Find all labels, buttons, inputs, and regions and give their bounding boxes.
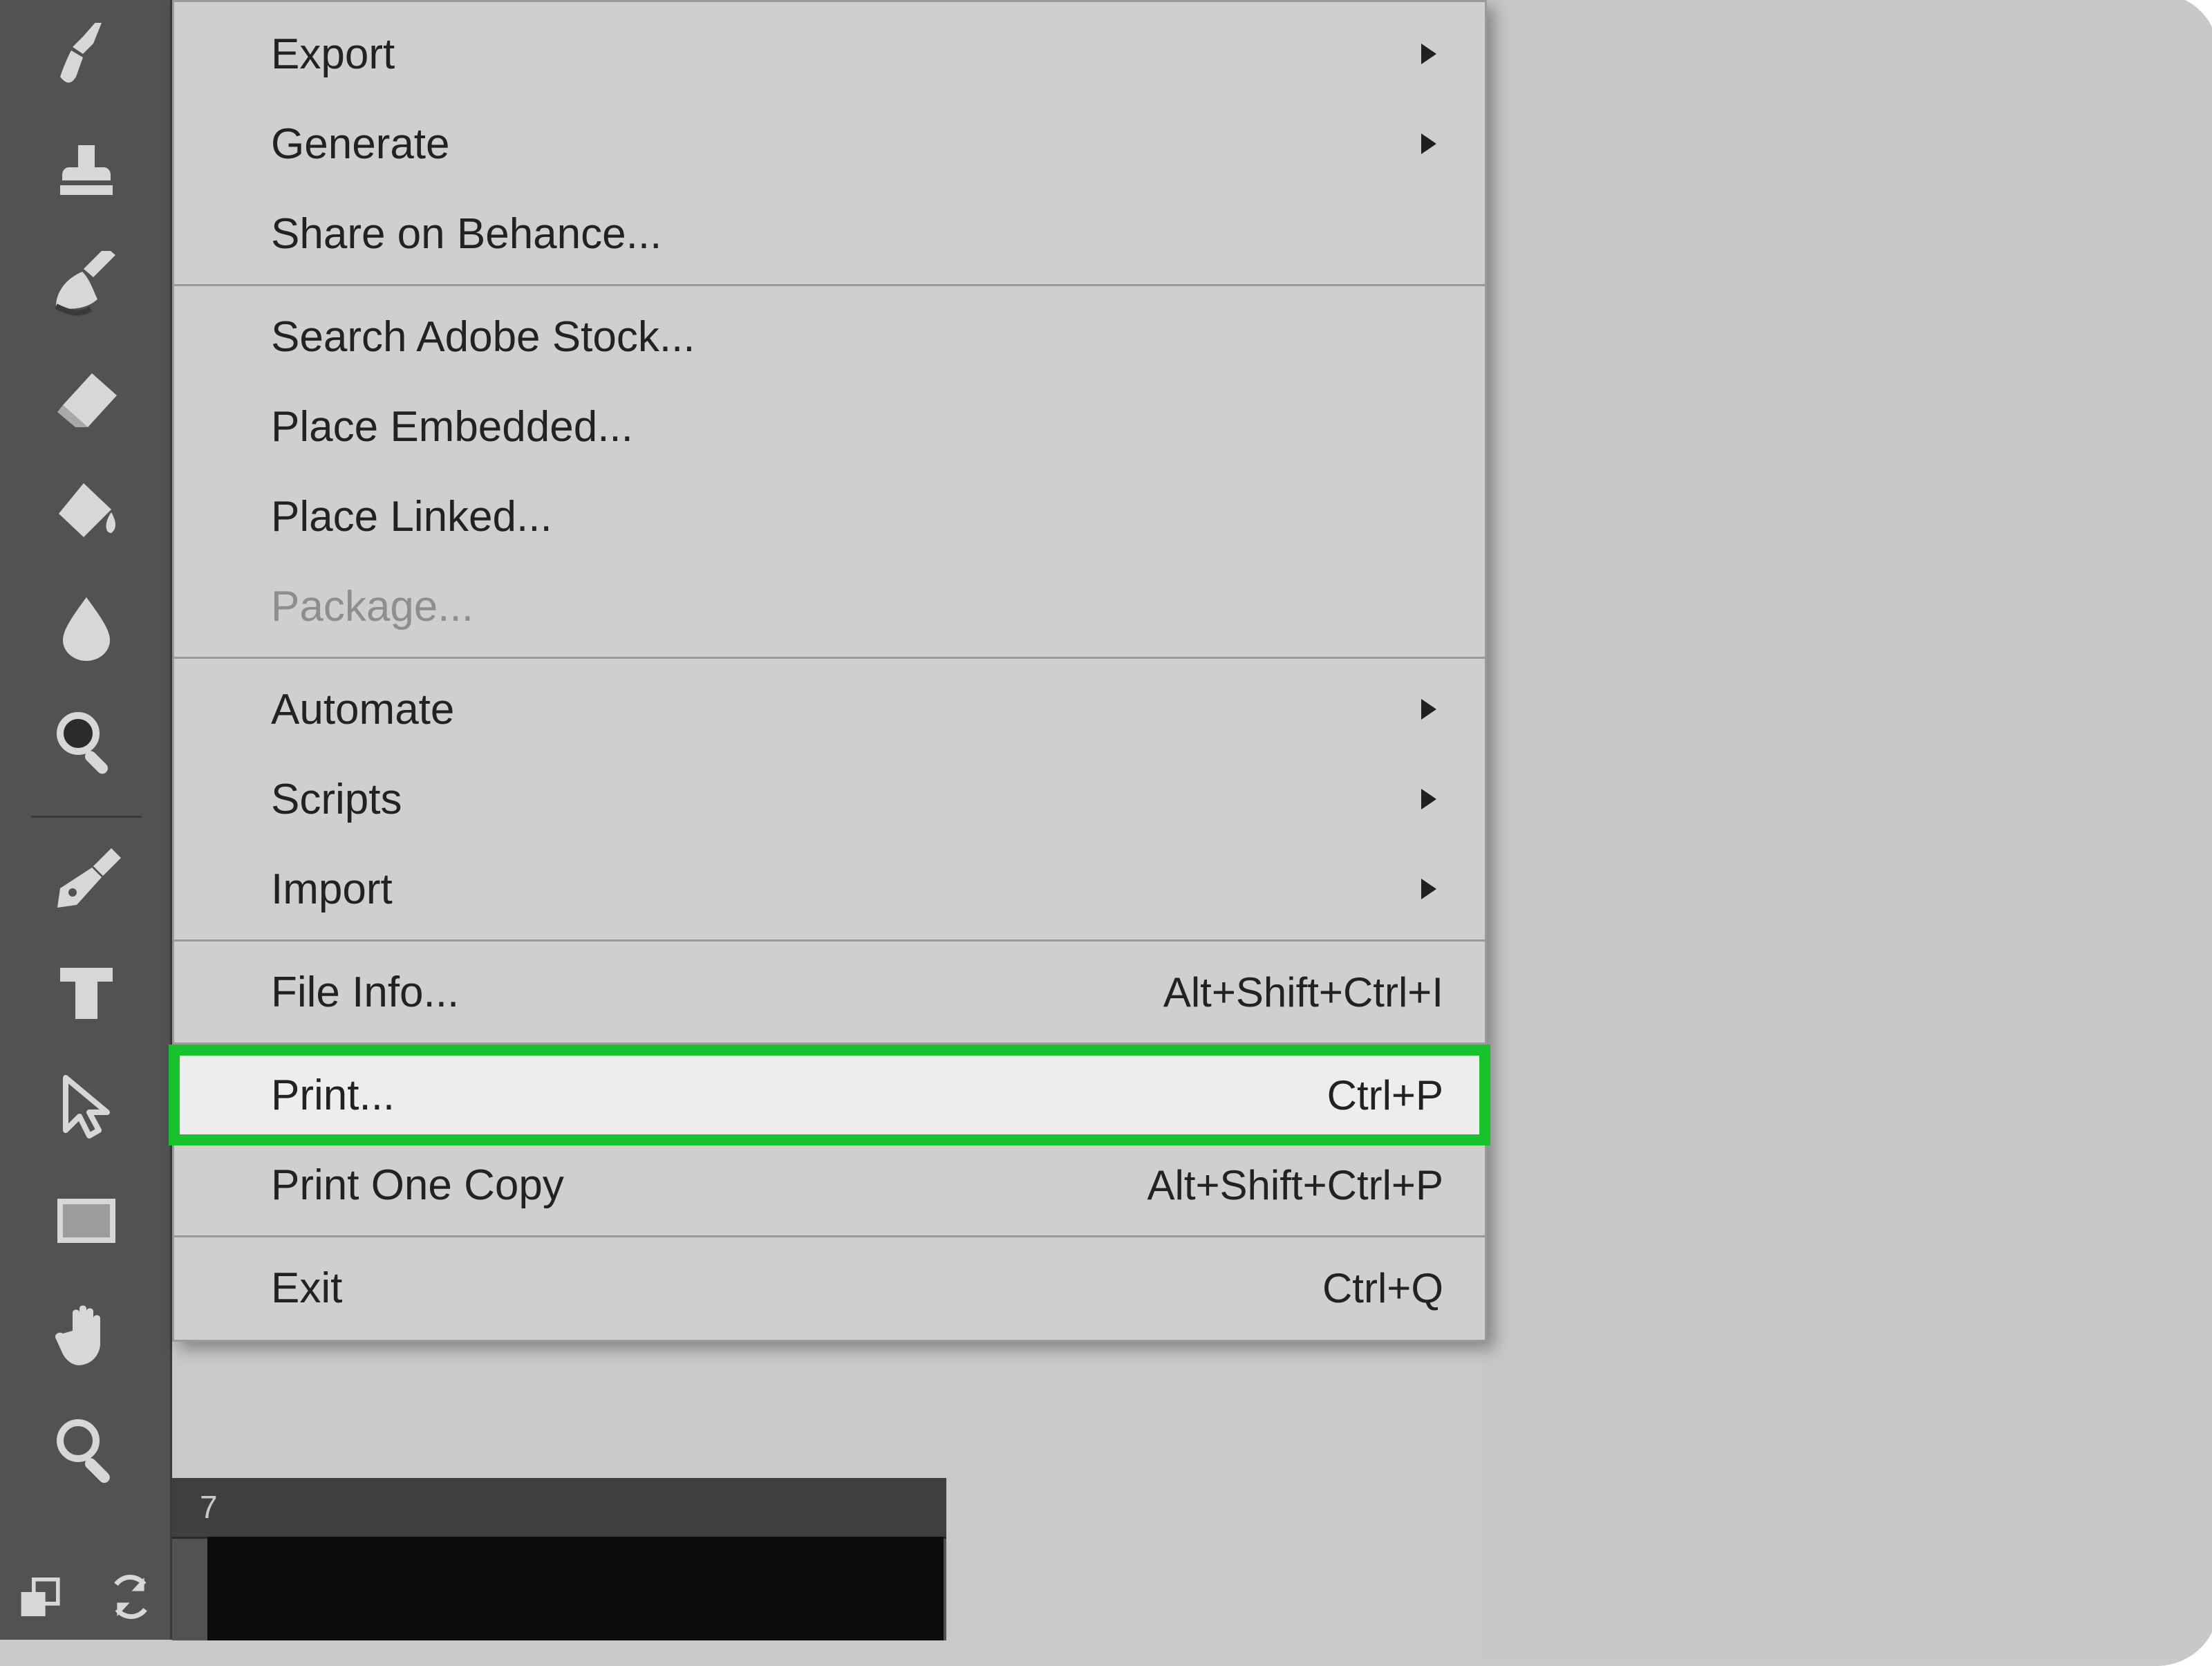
- menu-label: Search Adobe Stock...: [271, 312, 695, 362]
- paint-bucket-tool[interactable]: [45, 474, 128, 556]
- paint-bucket-icon: [52, 479, 121, 552]
- menu-shortcut: Ctrl+Q: [1322, 1264, 1443, 1312]
- dodge-tool[interactable]: [45, 702, 128, 785]
- history-brush-icon: [52, 251, 121, 324]
- path-selection-tool[interactable]: [45, 1067, 128, 1150]
- menu-item-package: Package...: [174, 561, 1485, 651]
- menu-item-place-embedded[interactable]: Place Embedded...: [174, 382, 1485, 471]
- arrow-cursor-icon: [52, 1072, 121, 1145]
- file-menu-dropdown: Export Generate Share on Behance... Sear…: [172, 0, 1487, 1342]
- menu-separator: [174, 939, 1485, 942]
- menu-item-import[interactable]: Import: [174, 844, 1485, 934]
- tools-panel: [0, 0, 172, 1640]
- menu-label: Generate: [271, 120, 450, 169]
- menu-separator: [174, 284, 1485, 286]
- menu-label: Place Linked...: [271, 492, 552, 541]
- stamp-tool[interactable]: [45, 131, 128, 214]
- brush-icon: [52, 23, 121, 95]
- ruler-mark: 7: [172, 1489, 218, 1525]
- menu-item-search-adobe-stock[interactable]: Search Adobe Stock...: [174, 292, 1485, 382]
- menu-label: Share on Behance...: [271, 209, 662, 259]
- history-brush-tool[interactable]: [45, 245, 128, 328]
- menu-label: Package...: [271, 582, 474, 631]
- menu-label: Automate: [271, 685, 454, 734]
- pen-icon: [52, 844, 121, 917]
- menu-separator: [174, 1235, 1485, 1237]
- horizontal-ruler[interactable]: 7: [172, 1478, 946, 1539]
- pen-tool[interactable]: [45, 839, 128, 921]
- menu-separator: [174, 657, 1485, 659]
- menu-shortcut: Alt+Shift+Ctrl+P: [1147, 1161, 1443, 1209]
- menu-label: Exit: [271, 1264, 342, 1313]
- menu-label: Scripts: [271, 775, 402, 824]
- rectangle-tool[interactable]: [45, 1181, 128, 1264]
- type-tool[interactable]: [45, 953, 128, 1036]
- menu-item-share-on-behance[interactable]: Share on Behance...: [174, 189, 1485, 279]
- menu-item-place-linked[interactable]: Place Linked...: [174, 471, 1485, 561]
- menu-item-automate[interactable]: Automate: [174, 664, 1485, 754]
- eraser-tool[interactable]: [45, 359, 128, 442]
- menu-item-file-info[interactable]: File Info... Alt+Shift+Ctrl+I: [174, 947, 1485, 1037]
- type-icon: [52, 958, 121, 1031]
- menu-label: Import: [271, 865, 393, 914]
- menu-item-print-one-copy[interactable]: Print One Copy Alt+Shift+Ctrl+P: [174, 1140, 1485, 1230]
- magnifier-dark-icon: [52, 707, 121, 780]
- eraser-icon: [52, 365, 121, 438]
- blur-tool[interactable]: [45, 588, 128, 671]
- tool-divider: [31, 816, 142, 818]
- canvas-dark[interactable]: [207, 1537, 944, 1640]
- menu-separator: [174, 1042, 1485, 1045]
- menu-item-scripts[interactable]: Scripts: [174, 754, 1485, 844]
- menu-label: Place Embedded...: [271, 402, 633, 451]
- menu-shortcut: Alt+Shift+Ctrl+I: [1163, 968, 1443, 1016]
- menu-item-export[interactable]: Export: [174, 9, 1485, 99]
- stamp-icon: [52, 137, 121, 209]
- menu-label: File Info...: [271, 968, 459, 1017]
- menu-label: Print...: [271, 1071, 395, 1120]
- blur-icon: [52, 593, 121, 666]
- menu-item-exit[interactable]: Exit Ctrl+Q: [174, 1243, 1485, 1333]
- workspace-right-panel: [1483, 0, 2212, 1659]
- edit-toolbar-icon[interactable]: [17, 1573, 66, 1625]
- zoom-icon: [52, 1414, 121, 1487]
- rectangle-icon: [52, 1186, 121, 1259]
- swap-colors-icon[interactable]: [106, 1573, 155, 1625]
- zoom-tool[interactable]: [45, 1409, 128, 1492]
- menu-label: Print One Copy: [271, 1161, 564, 1210]
- hand-tool[interactable]: [45, 1295, 128, 1378]
- menu-shortcut: Ctrl+P: [1327, 1071, 1443, 1119]
- hand-icon: [52, 1300, 121, 1373]
- brush-tool[interactable]: [45, 17, 128, 100]
- menu-item-print[interactable]: Print... Ctrl+P: [174, 1050, 1485, 1140]
- menu-item-generate[interactable]: Generate: [174, 99, 1485, 189]
- menu-label: Export: [271, 30, 395, 79]
